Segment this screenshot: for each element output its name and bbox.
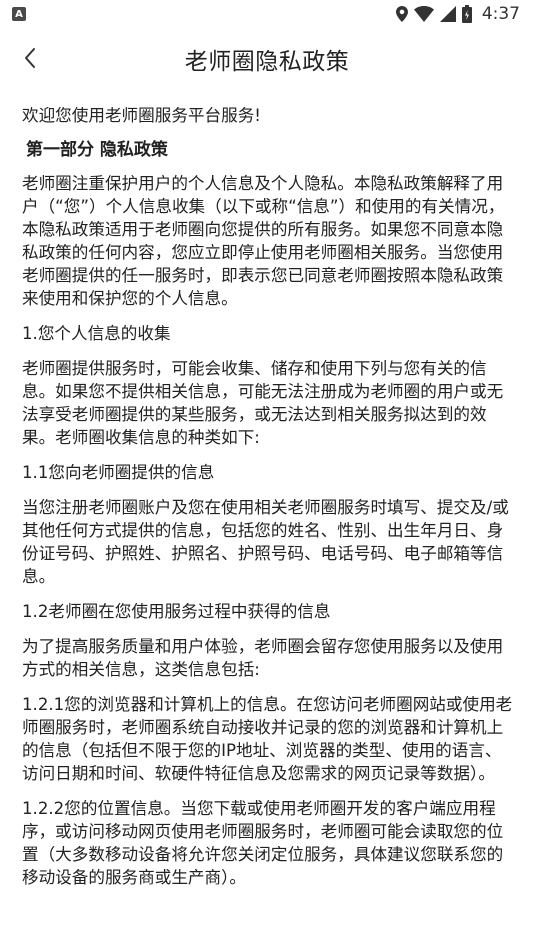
wifi-icon (413, 6, 434, 22)
collection-paragraph: 老师圈提供服务时，可能会收集、储存和使用下列与您有关的信息。如果您不提供相关信息… (22, 359, 504, 447)
intro-paragraph: 老师圈注重保护用户的个人信息及个人隐私。本隐私政策解释了用户（“您”）个人信息收… (22, 174, 505, 308)
status-right: 4:37 (395, 4, 520, 24)
subheading-collection: 1.您个人信息的收集 (22, 324, 171, 343)
page-title: 老师圈隐私政策 (184, 49, 350, 75)
location-icon (395, 6, 408, 22)
location-info-paragraph: 1.2.2您的位置信息。当您下载或使用老师圈开发的客户端应用程序，或访问移动网页… (22, 799, 504, 887)
status-time: 4:37 (481, 4, 520, 24)
notification-a-icon: A (12, 7, 26, 21)
section-heading: 第一部分 隐私政策 (26, 140, 168, 160)
status-bar: A 4:37 (0, 0, 534, 28)
usage-info-paragraph: 为了提高服务质量和用户体验，老师圈会留存您使用服务以及使用方式的相关信息，这类信… (22, 637, 504, 679)
chevron-left-icon (25, 48, 35, 68)
status-left: A (12, 7, 26, 21)
subheading-usage-info: 1.2老师圈在您使用服务过程中获得的信息 (22, 602, 331, 621)
app-bar: 老师圈隐私政策 (0, 28, 534, 90)
policy-content: 欢迎您使用老师圈服务平台服务! 第一部分 隐私政策 老师圈注重保护用户的个人信息… (22, 104, 516, 901)
battery-icon (461, 5, 472, 23)
browser-info-paragraph: 1.2.1您的浏览器和计算机上的信息。在您访问老师圈网站或使用老师圈服务时，老师… (22, 695, 513, 783)
provided-info-paragraph: 当您注册老师圈账户及您在使用相关老师圈服务时填写、提交及/或其他任何方式提供的信… (22, 498, 509, 586)
subheading-provided-info: 1.1您向老师圈提供的信息 (22, 463, 215, 482)
signal-icon (439, 6, 456, 22)
back-button[interactable] (8, 36, 52, 80)
welcome-text: 欢迎您使用老师圈服务平台服务! (22, 106, 261, 125)
